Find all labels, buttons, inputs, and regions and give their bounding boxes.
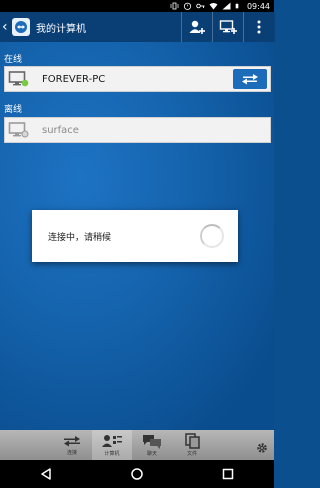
computer-name: FOREVER-PC bbox=[42, 73, 106, 85]
clock: 09:44 bbox=[246, 1, 270, 11]
connect-icon bbox=[64, 436, 80, 447]
connect-button[interactable] bbox=[233, 69, 267, 89]
wifi-icon bbox=[209, 3, 218, 10]
up-navigation-icon[interactable]: ‹ bbox=[2, 19, 12, 35]
computer-row-online[interactable]: FOREVER-PC bbox=[4, 66, 271, 92]
connecting-dialog: 连接中，请稍候 bbox=[32, 210, 238, 262]
online-section-header: 在线 bbox=[4, 55, 23, 65]
tab-computers[interactable]: 计算机 bbox=[92, 430, 132, 460]
navigation-bar bbox=[0, 460, 274, 488]
tab-connect[interactable]: 连接 bbox=[52, 430, 92, 460]
alarm-icon bbox=[183, 2, 192, 10]
add-computer-button[interactable] bbox=[212, 12, 243, 42]
action-bar: ‹ 我的计算机 bbox=[0, 12, 274, 42]
offline-section-header: 离线 bbox=[4, 105, 23, 115]
computer-name: surface bbox=[42, 124, 79, 136]
tab-files[interactable]: 文件 bbox=[172, 430, 212, 460]
connect-arrows-icon bbox=[242, 74, 258, 85]
tab-label: 连接 bbox=[66, 450, 77, 456]
loading-spinner-icon bbox=[200, 224, 224, 248]
page-title: 我的计算机 bbox=[36, 23, 86, 35]
add-contact-button[interactable] bbox=[181, 12, 212, 42]
vibrate-icon bbox=[170, 2, 179, 10]
dialog-message: 连接中，请稍候 bbox=[48, 232, 112, 243]
status-bar: 09:44 bbox=[0, 0, 274, 12]
teamviewer-logo-icon bbox=[15, 21, 27, 33]
chat-icon bbox=[143, 435, 161, 449]
back-triangle-icon[interactable] bbox=[39, 467, 53, 481]
app-logo[interactable] bbox=[12, 18, 30, 36]
overflow-menu-icon bbox=[257, 20, 261, 34]
home-circle-icon[interactable] bbox=[130, 467, 144, 481]
tab-bar: 连接 计算机 聊天 文件 bbox=[0, 430, 274, 460]
monitor-online-icon bbox=[8, 70, 30, 88]
add-computer-icon bbox=[219, 20, 237, 34]
recents-square-icon[interactable] bbox=[221, 467, 235, 481]
overflow-menu-button[interactable] bbox=[243, 12, 274, 42]
computer-row-offline[interactable]: surface bbox=[4, 117, 271, 143]
tab-label: 聊天 bbox=[146, 451, 157, 457]
settings-button[interactable] bbox=[256, 439, 268, 458]
settings-icon bbox=[257, 443, 267, 453]
key-icon bbox=[196, 3, 205, 9]
signal-icon bbox=[222, 2, 231, 10]
tab-label: 文件 bbox=[186, 451, 197, 457]
battery-icon bbox=[235, 3, 239, 9]
tab-chat[interactable]: 聊天 bbox=[132, 430, 172, 460]
computers-icon bbox=[102, 435, 122, 447]
files-icon bbox=[185, 433, 200, 449]
monitor-offline-icon bbox=[8, 121, 30, 139]
add-contact-icon bbox=[189, 20, 205, 34]
tab-label: 计算机 bbox=[104, 451, 120, 457]
